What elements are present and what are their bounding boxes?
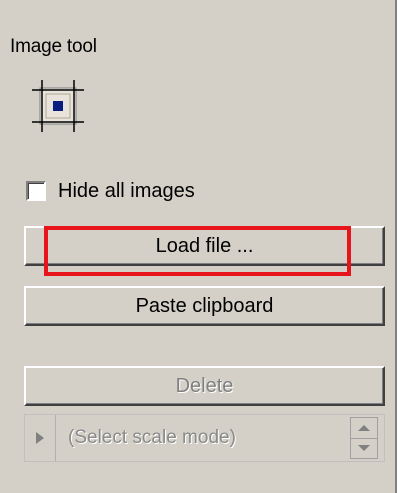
panel-title: Image tool [10, 36, 97, 57]
play-arrow-icon[interactable] [25, 415, 56, 461]
hide-all-images-checkbox[interactable] [26, 181, 46, 201]
spin-up-icon[interactable] [351, 418, 377, 439]
scale-mode-select[interactable]: (Select scale mode) [24, 414, 385, 462]
load-file-button[interactable]: Load file ... [24, 226, 385, 266]
image-frame-icon[interactable] [26, 74, 90, 138]
panel-right-edge [397, 0, 401, 493]
hide-all-images-row[interactable]: Hide all images [26, 176, 195, 206]
scale-spinner[interactable] [350, 417, 378, 459]
delete-button[interactable]: Delete [24, 366, 385, 406]
image-tool-panel: Image tool Hide all images Load file ...… [0, 0, 397, 493]
spin-down-icon[interactable] [351, 439, 377, 459]
paste-clipboard-button[interactable]: Paste clipboard [24, 286, 385, 326]
scale-mode-label: (Select scale mode) [68, 427, 236, 448]
hide-all-images-label: Hide all images [58, 179, 195, 202]
